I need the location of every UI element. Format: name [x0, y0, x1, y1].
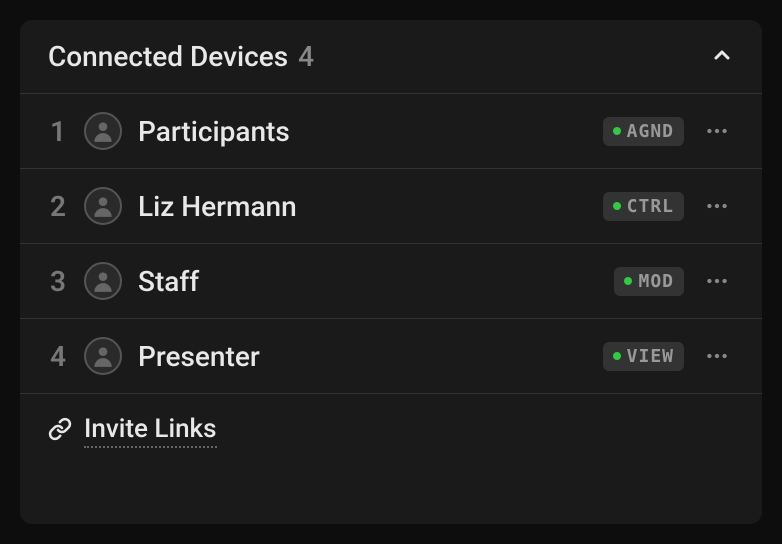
device-index: 2	[48, 190, 68, 223]
status-dot-icon	[613, 352, 621, 360]
badge-label: AGND	[627, 121, 674, 142]
device-row: 2 Liz Hermann CTRL	[20, 169, 762, 244]
device-row: 3 Staff MOD	[20, 244, 762, 319]
badge-label: MOD	[638, 271, 674, 292]
device-name: Participants	[138, 115, 587, 148]
device-index: 1	[48, 115, 68, 148]
device-index: 4	[48, 340, 68, 373]
connected-devices-panel: Connected Devices 4 1 Participants AGND …	[20, 20, 762, 524]
badge-label: VIEW	[627, 346, 674, 367]
status-badge: AGND	[603, 117, 684, 146]
avatar-icon	[84, 112, 122, 150]
device-count: 4	[298, 40, 314, 73]
chevron-up-icon	[710, 43, 734, 71]
device-list: 1 Participants AGND 2 Liz Hermann CTRL	[20, 94, 762, 394]
device-name: Staff	[138, 265, 598, 298]
more-button[interactable]	[700, 264, 734, 298]
status-badge: VIEW	[603, 342, 684, 371]
avatar-icon	[84, 337, 122, 375]
status-dot-icon	[613, 202, 621, 210]
status-dot-icon	[624, 277, 632, 285]
device-row: 4 Presenter VIEW	[20, 319, 762, 394]
status-badge: MOD	[614, 267, 684, 296]
avatar-icon	[84, 262, 122, 300]
more-button[interactable]	[700, 189, 734, 223]
device-name: Presenter	[138, 340, 587, 373]
link-icon	[48, 417, 72, 445]
more-button[interactable]	[700, 114, 734, 148]
panel-header[interactable]: Connected Devices 4	[20, 20, 762, 94]
avatar-icon	[84, 187, 122, 225]
invite-links-button[interactable]: Invite Links	[20, 394, 762, 468]
panel-title: Connected Devices	[48, 40, 288, 73]
more-button[interactable]	[700, 339, 734, 373]
device-row: 1 Participants AGND	[20, 94, 762, 169]
device-index: 3	[48, 265, 68, 298]
status-dot-icon	[613, 127, 621, 135]
badge-label: CTRL	[627, 196, 674, 217]
status-badge: CTRL	[603, 192, 684, 221]
device-name: Liz Hermann	[138, 190, 587, 223]
invite-links-label: Invite Links	[84, 414, 217, 448]
